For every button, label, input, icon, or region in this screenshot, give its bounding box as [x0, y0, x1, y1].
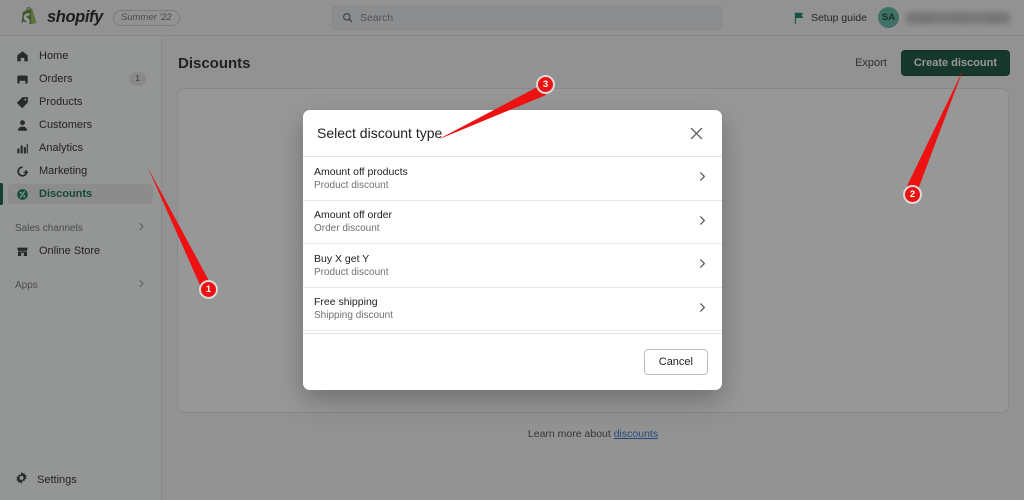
modal-header: Select discount type	[303, 110, 722, 157]
option-subtitle: Shipping discount	[314, 310, 393, 322]
chevron-right-icon	[697, 256, 708, 274]
option-title: Amount off order	[314, 209, 393, 222]
option-title: Free shipping	[314, 296, 378, 309]
option-title: Buy X get Y	[314, 252, 370, 265]
discount-option-amount-off-products[interactable]: Amount off products Product discount	[303, 157, 722, 201]
chevron-right-icon	[697, 213, 708, 231]
option-subtitle: Order discount	[314, 223, 380, 235]
chevron-right-icon	[697, 169, 708, 187]
shopify-admin-screen: shopify Summer '22 Search Setup guide SA…	[0, 0, 1024, 500]
discount-option-amount-off-order[interactable]: Amount off order Order discount	[303, 201, 722, 244]
modal-footer: Cancel	[303, 333, 722, 390]
option-texts: Free shipping Shipping discount	[314, 296, 393, 321]
option-texts: Amount off order Order discount	[314, 209, 392, 234]
modal-title: Select discount type	[317, 125, 443, 141]
option-subtitle: Product discount	[314, 266, 389, 278]
option-texts: Buy X get Y Product discount	[314, 253, 389, 278]
discount-option-free-shipping[interactable]: Free shipping Shipping discount	[303, 288, 722, 331]
option-texts: Amount off products Product discount	[314, 166, 408, 191]
chevron-right-icon	[697, 300, 708, 318]
discount-option-buy-x-get-y[interactable]: Buy X get Y Product discount	[303, 244, 722, 288]
cancel-button[interactable]: Cancel	[643, 349, 708, 375]
select-discount-type-modal: Select discount type Amount off products…	[303, 110, 722, 390]
discount-type-list: Amount off products Product discount Amo…	[303, 157, 722, 333]
option-subtitle: Product discount	[314, 179, 389, 191]
option-title: Amount off products	[314, 165, 408, 178]
close-icon[interactable]	[685, 122, 708, 145]
